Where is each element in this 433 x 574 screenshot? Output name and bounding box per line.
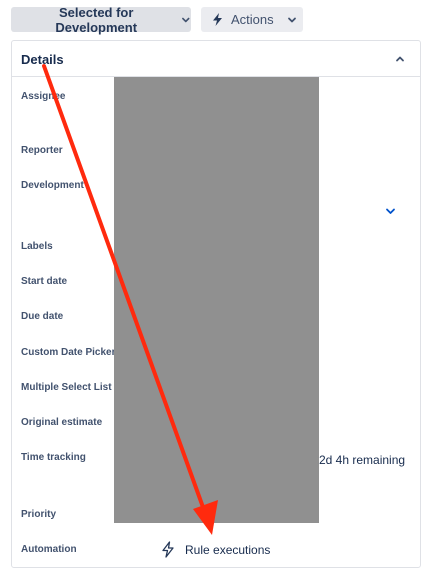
chevron-down-icon <box>182 17 190 22</box>
field-label-due-date: Due date <box>21 311 64 322</box>
field-label-development: Development <box>21 180 84 191</box>
status-dropdown-button[interactable]: Selected for Development <box>11 4 191 35</box>
field-label-original-estimate: Original estimate <box>21 417 103 428</box>
chevron-down-icon[interactable] <box>385 207 396 216</box>
time-remaining-text: 2d 4h remaining <box>319 453 406 467</box>
panel-title: Details <box>21 52 64 67</box>
redacted-values-block <box>114 77 319 523</box>
chevron-up-icon[interactable] <box>394 53 406 65</box>
rule-executions-link[interactable]: Rule executions <box>161 541 270 558</box>
field-label-priority: Priority <box>21 509 57 520</box>
actions-label: Actions <box>231 12 274 27</box>
field-label-automation: Automation <box>21 544 77 555</box>
actions-button[interactable]: Actions <box>201 7 303 32</box>
field-label-time-tracking: Time tracking <box>21 452 86 463</box>
details-panel-header[interactable]: Details <box>12 41 420 77</box>
lightning-bolt-outline-icon <box>162 541 174 558</box>
field-label-start-date: Start date <box>21 276 68 287</box>
field-label-assignee: Assignee <box>21 91 66 102</box>
rule-executions-label: Rule executions <box>185 542 271 557</box>
status-label: Selected for Development <box>55 4 138 35</box>
chevron-down-icon <box>287 17 296 22</box>
lightning-bolt-icon <box>213 13 222 26</box>
field-label-multiple-select-list: Multiple Select List <box>21 382 112 393</box>
field-label-labels: Labels <box>21 241 53 252</box>
field-label-reporter: Reporter <box>21 145 63 156</box>
field-label-custom-date-picker: Custom Date Picker <box>21 347 116 358</box>
